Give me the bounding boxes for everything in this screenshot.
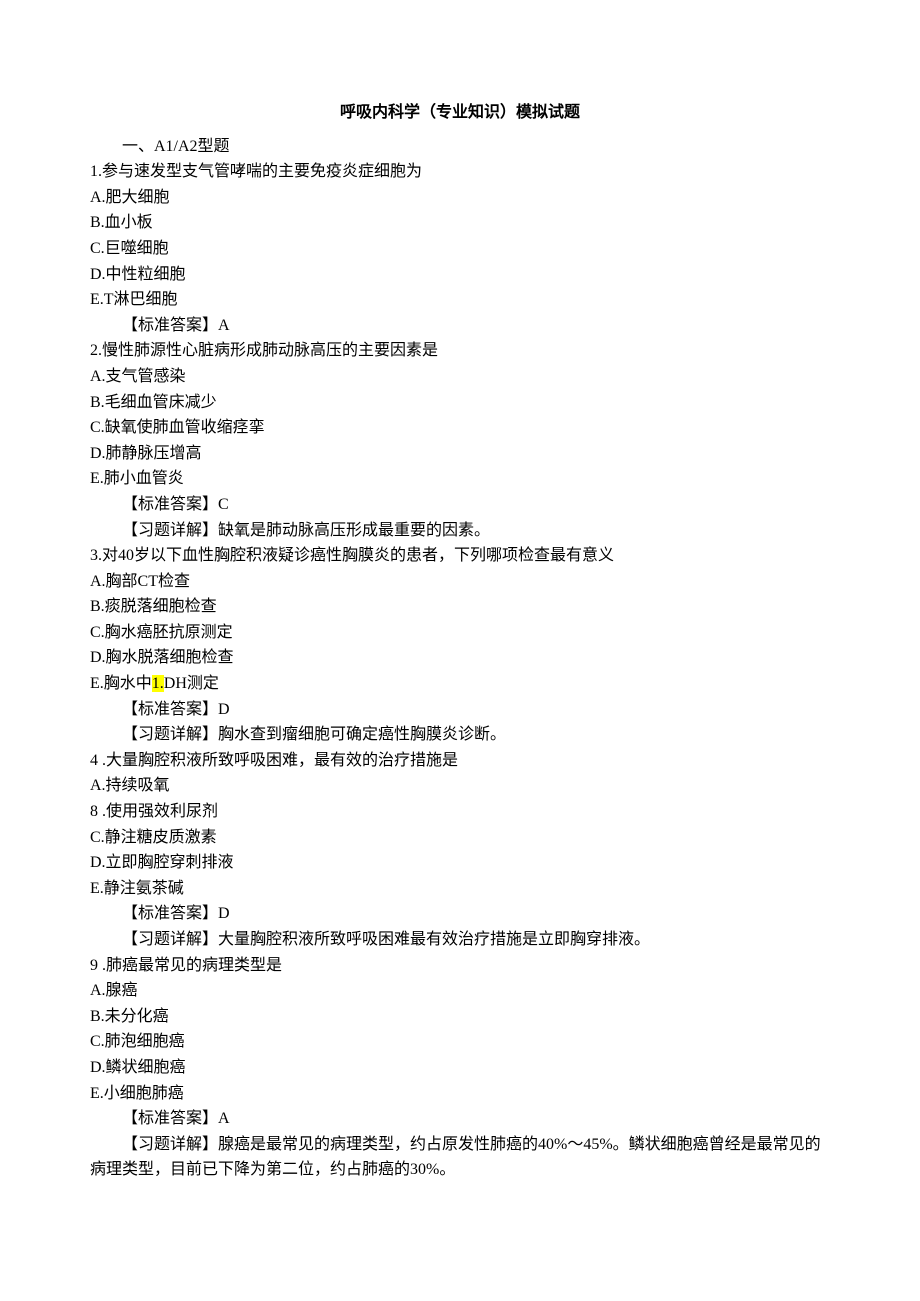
- q4-option-b: 8 .使用强效利尿剂: [90, 799, 830, 825]
- q3-explain: 【习题详解】胸水查到瘤细胞可确定癌性胸膜炎诊断。: [90, 722, 830, 748]
- q2-answer: 【标准答案】C: [90, 492, 830, 518]
- q3-option-e: E.胸水中1.DH测定: [90, 671, 830, 697]
- q1-answer: 【标准答案】A: [90, 313, 830, 339]
- q4-answer: 【标准答案】D: [90, 901, 830, 927]
- q1-stem: 1.参与速发型支气管哮喘的主要免疫炎症细胞为: [90, 159, 830, 185]
- q3-option-a: A.胸部CT检查: [90, 569, 830, 595]
- q4-option-c: C.静注糖皮质激素: [90, 825, 830, 851]
- document-page: 呼吸内科学（专业知识）模拟试题 一、A1/A2型题 1.参与速发型支气管哮喘的主…: [0, 0, 920, 1301]
- q5-option-d: D.鳞状细胞癌: [90, 1055, 830, 1081]
- q4-option-d: D.立即胸腔穿刺排液: [90, 850, 830, 876]
- q4-option-a: A.持续吸氧: [90, 773, 830, 799]
- q5-option-a: A.腺癌: [90, 978, 830, 1004]
- q5-option-e: E.小细胞肺癌: [90, 1081, 830, 1107]
- q3-stem: 3.对40岁以下血性胸腔积液疑诊癌性胸膜炎的患者，下列哪项检查最有意义: [90, 543, 830, 569]
- q3-e-post: DH测定: [164, 675, 219, 692]
- q3-answer: 【标准答案】D: [90, 697, 830, 723]
- q2-stem: 2.慢性肺源性心脏病形成肺动脉高压的主要因素是: [90, 338, 830, 364]
- q1-option-a: A.肥大细胞: [90, 185, 830, 211]
- q2-option-b: B.毛细血管床减少: [90, 390, 830, 416]
- q2-option-c: C.缺氧使肺血管收缩痉挛: [90, 415, 830, 441]
- q2-option-d: D.肺静脉压增高: [90, 441, 830, 467]
- highlight-text: 1.: [152, 675, 164, 692]
- q1-option-e: E.T淋巴细胞: [90, 287, 830, 313]
- q1-option-c: C.巨噬细胞: [90, 236, 830, 262]
- document-title: 呼吸内科学（专业知识）模拟试题: [90, 100, 830, 126]
- q2-option-e: E.肺小血管炎: [90, 466, 830, 492]
- q1-option-b: B.血小板: [90, 210, 830, 236]
- q2-option-a: A.支气管感染: [90, 364, 830, 390]
- q3-option-c: C.胸水癌胚抗原测定: [90, 620, 830, 646]
- q5-stem: 9 .肺癌最常见的病理类型是: [90, 953, 830, 979]
- q4-option-e: E.静注氨茶碱: [90, 876, 830, 902]
- q5-answer: 【标准答案】A: [90, 1106, 830, 1132]
- q5-option-c: C.肺泡细胞癌: [90, 1029, 830, 1055]
- section-heading: 一、A1/A2型题: [90, 134, 830, 160]
- q5-option-b: B.未分化癌: [90, 1004, 830, 1030]
- q3-option-d: D.胸水脱落细胞检查: [90, 645, 830, 671]
- q1-option-d: D.中性粒细胞: [90, 262, 830, 288]
- q2-explain: 【习题详解】缺氧是肺动脉高压形成最重要的因素。: [90, 518, 830, 544]
- q5-explain: 【习题详解】腺癌是最常见的病理类型，约占原发性肺癌的40%～45%。鳞状细胞癌曾…: [90, 1132, 830, 1183]
- q3-option-b: B.痰脱落细胞检查: [90, 594, 830, 620]
- q3-e-pre: E.胸水中: [90, 675, 152, 692]
- q4-stem: 4 .大量胸腔积液所致呼吸困难，最有效的治疗措施是: [90, 748, 830, 774]
- q4-explain: 【习题详解】大量胸腔积液所致呼吸困难最有效治疗措施是立即胸穿排液。: [90, 927, 830, 953]
